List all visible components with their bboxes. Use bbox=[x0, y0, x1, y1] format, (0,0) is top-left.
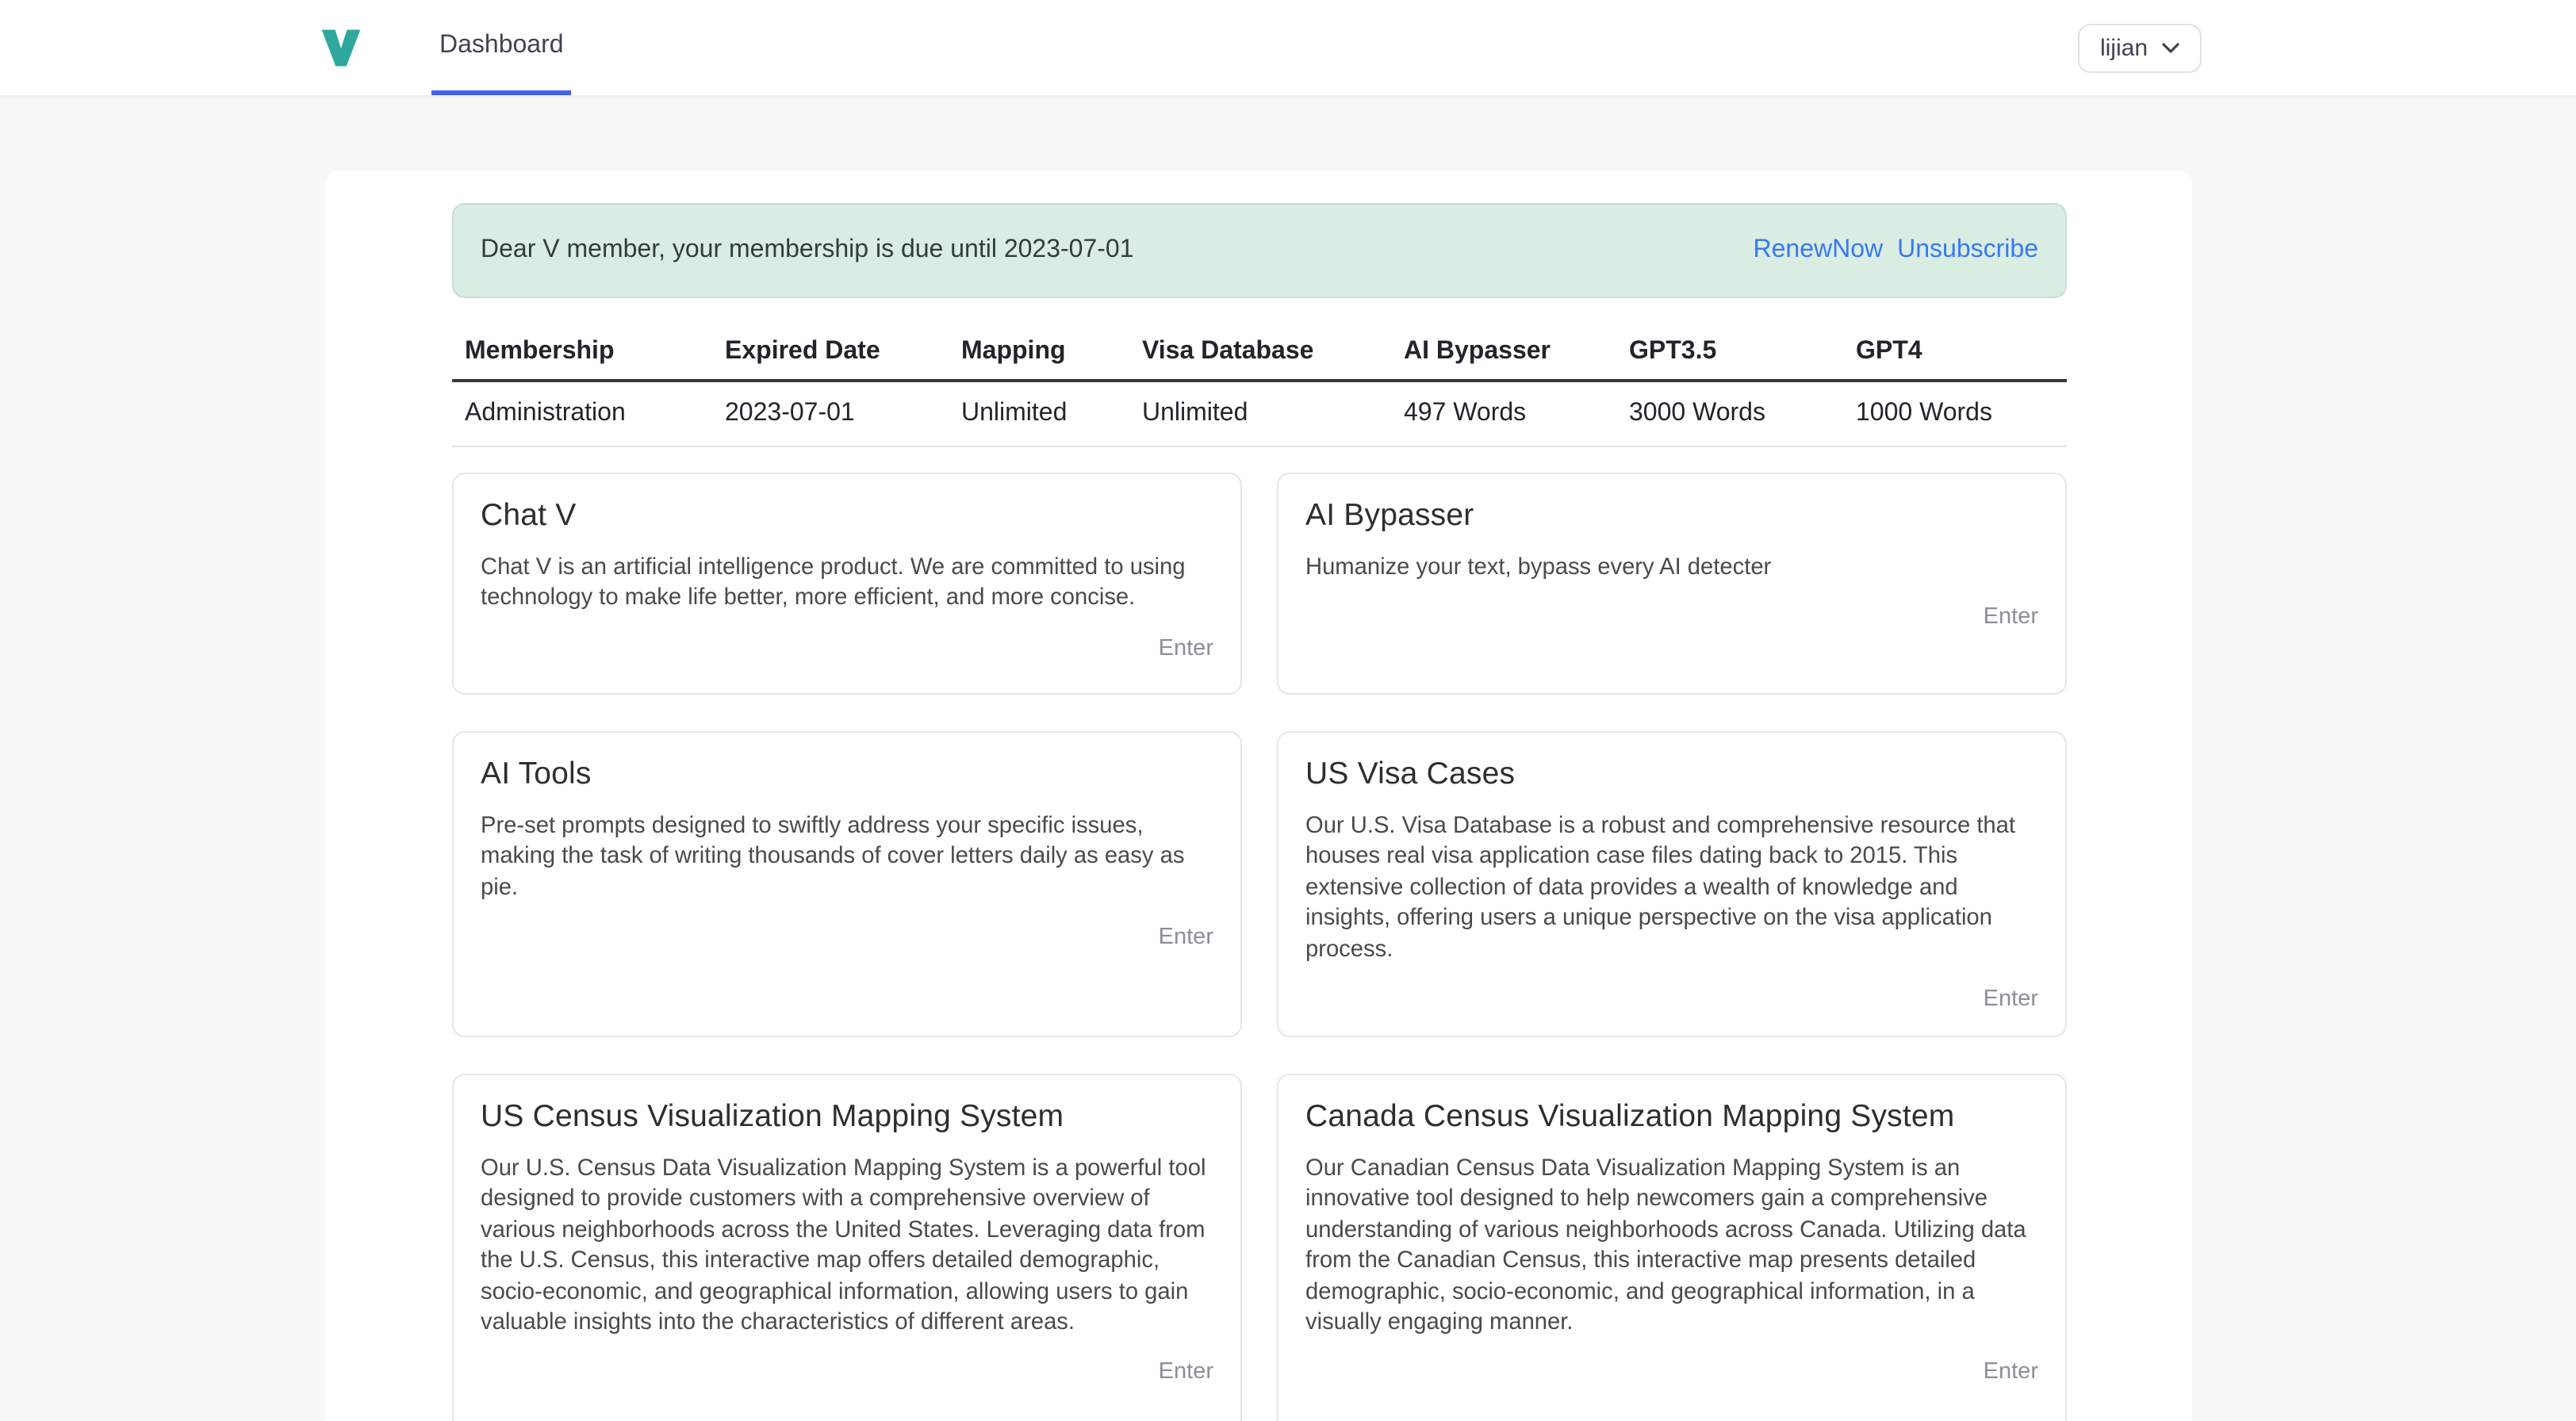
navbar: Dashboard lijian bbox=[0, 0, 2576, 95]
enter-link-chat-v[interactable]: Enter bbox=[1159, 636, 1213, 661]
chevron-down-icon bbox=[2162, 42, 2179, 53]
card-title: US Census Visualization Mapping System bbox=[481, 1099, 1213, 1136]
card-title: Canada Census Visualization Mapping Syst… bbox=[1305, 1099, 2038, 1136]
enter-link-canada-census-mapping[interactable]: Enter bbox=[1984, 1360, 2038, 1385]
cell-visa-database: Unlimited bbox=[1129, 381, 1391, 446]
col-gpt35: GPT3.5 bbox=[1616, 325, 1843, 381]
membership-alert: Dear V member, your membership is due un… bbox=[452, 203, 2067, 298]
navbar-left: Dashboard bbox=[317, 0, 572, 95]
membership-table: Membership Expired Date Mapping Visa Dat… bbox=[452, 325, 2067, 447]
cell-membership: Administration bbox=[452, 381, 712, 446]
feature-cards-grid: Chat V Chat V is an artificial intellige… bbox=[452, 473, 2067, 1421]
nav-item-dashboard[interactable]: Dashboard bbox=[431, 0, 572, 95]
card-description: Our U.S. Visa Database is a robust and c… bbox=[1305, 812, 2038, 966]
card-title: AI Bypasser bbox=[1305, 498, 2038, 534]
card-title: Chat V bbox=[481, 498, 1213, 534]
user-menu-label: lijian bbox=[2100, 34, 2148, 61]
brand-logo[interactable] bbox=[317, 0, 365, 95]
page-body: Dear V member, your membership is due un… bbox=[0, 95, 2576, 1421]
enter-link-ai-bypasser[interactable]: Enter bbox=[1984, 605, 2038, 630]
cell-mapping: Unlimited bbox=[949, 381, 1129, 446]
card-canada-census-mapping: Canada Census Visualization Mapping Syst… bbox=[1277, 1074, 2067, 1421]
app-root: Dashboard lijian Dear V member, your mem… bbox=[0, 0, 2576, 1421]
card-description: Chat V is an artificial intelligence pro… bbox=[481, 553, 1213, 615]
membership-table-header-row: Membership Expired Date Mapping Visa Dat… bbox=[452, 325, 2067, 381]
card-description: Humanize your text, bypass every AI dete… bbox=[1305, 553, 2038, 584]
card-chat-v: Chat V Chat V is an artificial intellige… bbox=[452, 473, 1242, 695]
card-title: US Visa Cases bbox=[1305, 756, 2038, 793]
cell-gpt35: 3000 Words bbox=[1616, 381, 1843, 446]
card-ai-tools: AI Tools Pre-set prompts designed to swi… bbox=[452, 731, 1242, 1037]
v-logo-icon bbox=[317, 24, 365, 71]
membership-alert-message: Dear V member, your membership is due un… bbox=[481, 236, 1134, 265]
navbar-right: lijian bbox=[2078, 0, 2202, 95]
card-us-visa-cases: US Visa Cases Our U.S. Visa Database is … bbox=[1277, 731, 2067, 1037]
enter-link-us-census-mapping[interactable]: Enter bbox=[1159, 1360, 1213, 1385]
col-membership: Membership bbox=[452, 325, 712, 381]
col-visa-database: Visa Database bbox=[1129, 325, 1391, 381]
card-us-census-mapping: US Census Visualization Mapping System O… bbox=[452, 1074, 1242, 1421]
col-gpt4: GPT4 bbox=[1843, 325, 2067, 381]
enter-link-us-visa-cases[interactable]: Enter bbox=[1984, 986, 2038, 1012]
card-description: Our U.S. Census Data Visualization Mappi… bbox=[481, 1155, 1213, 1339]
col-expired-date: Expired Date bbox=[712, 325, 949, 381]
col-mapping: Mapping bbox=[949, 325, 1129, 381]
membership-alert-actions: RenewNow Unsubscribe bbox=[1754, 236, 2039, 265]
user-menu-button[interactable]: lijian bbox=[2078, 23, 2202, 72]
card-description: Our Canadian Census Data Visualization M… bbox=[1305, 1155, 2038, 1339]
enter-link-ai-tools[interactable]: Enter bbox=[1159, 925, 1213, 950]
cell-gpt4: 1000 Words bbox=[1843, 381, 2067, 446]
col-ai-bypasser: AI Bypasser bbox=[1391, 325, 1616, 381]
table-row: Administration 2023-07-01 Unlimited Unli… bbox=[452, 381, 2067, 446]
cell-ai-bypasser: 497 Words bbox=[1391, 381, 1616, 446]
card-description: Pre-set prompts designed to swiftly addr… bbox=[481, 812, 1213, 904]
dashboard-panel: Dear V member, your membership is due un… bbox=[325, 171, 2192, 1421]
card-ai-bypasser: AI Bypasser Humanize your text, bypass e… bbox=[1277, 473, 2067, 695]
renew-now-link[interactable]: RenewNow bbox=[1754, 236, 1884, 265]
unsubscribe-link[interactable]: Unsubscribe bbox=[1897, 236, 2038, 265]
card-title: AI Tools bbox=[481, 756, 1213, 793]
cell-expired-date: 2023-07-01 bbox=[712, 381, 949, 446]
